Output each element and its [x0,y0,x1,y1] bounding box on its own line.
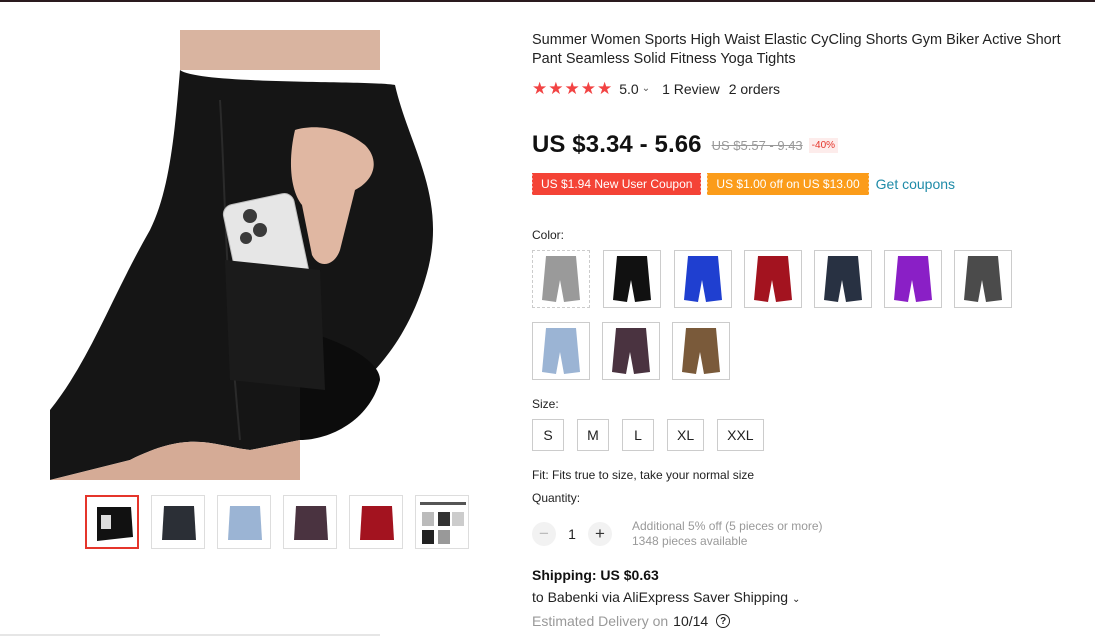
bottom-divider [0,634,380,636]
star-icon: ★ [597,79,613,98]
chevron-down-icon[interactable]: ⌄ [642,83,650,94]
color-swatch-1[interactable] [532,250,590,308]
product-title: Summer Women Sports High Waist Elastic C… [532,32,1061,67]
stock-available: 1348 pieces available [632,534,748,548]
thumbnail-1[interactable] [85,495,139,549]
size-option-s[interactable]: S [532,419,564,451]
rating-score[interactable]: 5.0 [619,81,638,97]
thumbnail-3[interactable] [217,495,271,549]
shipping-cost: Shipping: US $0.63 [532,567,659,583]
star-rating: ★ ★ ★ ★ ★ [532,80,612,97]
quantity-info: Additional 5% off (5 pieces or more) 134… [632,519,823,549]
coupon-row: US $1.94 New User Coupon US $1.00 off on… [530,173,955,195]
shorts-illustration [50,30,500,480]
shipping-method-text: to Babenki via AliExpress Saver Shipping [532,589,789,605]
main-product-image[interactable] [50,30,500,480]
thumbnail-2[interactable] [151,495,205,549]
discount-badge: -40% [808,137,839,153]
thumbnail-6[interactable] [415,495,469,549]
size-option-l[interactable]: L [622,419,654,451]
top-border [0,0,1095,2]
shipping-method[interactable]: to Babenki via AliExpress Saver Shipping… [532,589,800,605]
color-swatch-10[interactable] [672,322,730,380]
color-swatch-7[interactable] [954,250,1012,308]
bulk-discount-note: Additional 5% off (5 pieces or more) [632,519,823,533]
delivery-label: Estimated Delivery on [532,613,669,629]
shorts-thumb-1 [542,256,580,302]
help-icon[interactable]: ? [716,614,731,628]
review-count-link[interactable]: 1 Review [662,81,720,97]
star-icon: ★ [548,79,564,98]
size-options: S M L XL XXL [532,419,764,451]
color-swatch-3[interactable] [674,250,732,308]
order-count: 2 orders [728,80,781,97]
quantity-stepper: − 1 + Additional 5% off (5 pieces or mor… [532,519,823,549]
size-option-xxl[interactable]: XXL [717,419,764,451]
color-swatch-6[interactable] [884,250,942,308]
thumbnail-5[interactable] [349,495,403,549]
star-icon: ★ [580,79,596,98]
chevron-down-icon: ⌄ [792,594,801,605]
fit-note: Fit: Fits true to size, take your normal… [532,468,755,482]
thumbnail-strip [85,495,469,549]
get-coupons-link[interactable]: Get coupons [876,176,955,192]
color-swatch-4[interactable] [744,250,802,308]
color-label: Color: [532,228,565,242]
size-option-xl[interactable]: XL [667,419,705,451]
star-icon: ★ [564,79,580,98]
color-swatch-8[interactable] [532,322,590,380]
price-row: US $3.34 - 5.66 US $5.57 - 9.43 -40% [532,131,839,159]
delivery-date: 10/14 [673,613,709,629]
decrease-quantity-button[interactable]: − [532,522,556,546]
size-option-m[interactable]: M [577,419,609,451]
size-label: Size: [532,397,559,411]
star-icon: ★ [532,79,548,98]
store-coupon[interactable]: US $1.00 off on US $13.00 [706,173,869,195]
new-user-coupon[interactable]: US $1.94 New User Coupon [530,173,702,195]
original-price: US $5.57 - 9.43 [711,137,803,153]
color-swatch-5[interactable] [814,250,872,308]
color-swatch-2[interactable] [603,250,661,308]
increase-quantity-button[interactable]: + [588,522,612,546]
quantity-value[interactable]: 1 [556,526,588,542]
color-swatch-9[interactable] [602,322,660,380]
current-price: US $3.34 - 5.66 [532,131,702,158]
estimated-delivery: Estimated Delivery on 10/14 ? [532,613,731,629]
rating-row: ★ ★ ★ ★ ★ 5.0 ⌄ 1 Review 2 orders [532,80,780,97]
quantity-label: Quantity: [532,491,581,505]
thumbnail-4[interactable] [283,495,337,549]
